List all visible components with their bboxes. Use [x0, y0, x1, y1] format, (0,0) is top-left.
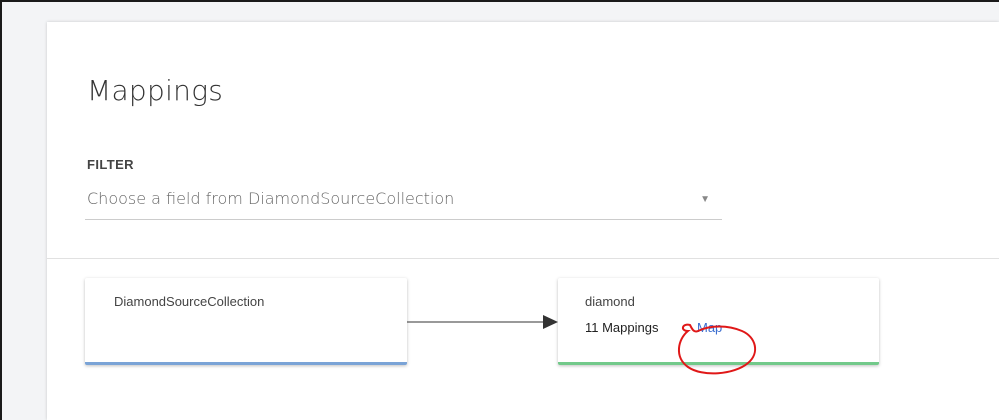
annotation-circle: [678, 323, 757, 375]
source-collection-name: DiamondSourceCollection: [114, 294, 265, 309]
mappings-panel: Mappings FILTER Choose a field from Diam…: [47, 22, 999, 420]
mapping-edge: [407, 315, 558, 329]
page-title: Mappings: [87, 74, 224, 107]
source-collection-node[interactable]: DiamondSourceCollection: [85, 278, 407, 365]
filter-selected-value: Choose a field from DiamondSourceCollect…: [87, 189, 455, 208]
arrow-head-icon: [543, 315, 558, 329]
target-entity-name: diamond: [585, 294, 635, 309]
filter-select[interactable]: Choose a field from DiamondSourceCollect…: [85, 180, 722, 220]
section-divider: [47, 258, 999, 259]
mappings-count: 11 Mappings: [585, 320, 659, 335]
filter-label: FILTER: [87, 157, 134, 172]
caret-down-icon: ▼: [700, 194, 710, 205]
